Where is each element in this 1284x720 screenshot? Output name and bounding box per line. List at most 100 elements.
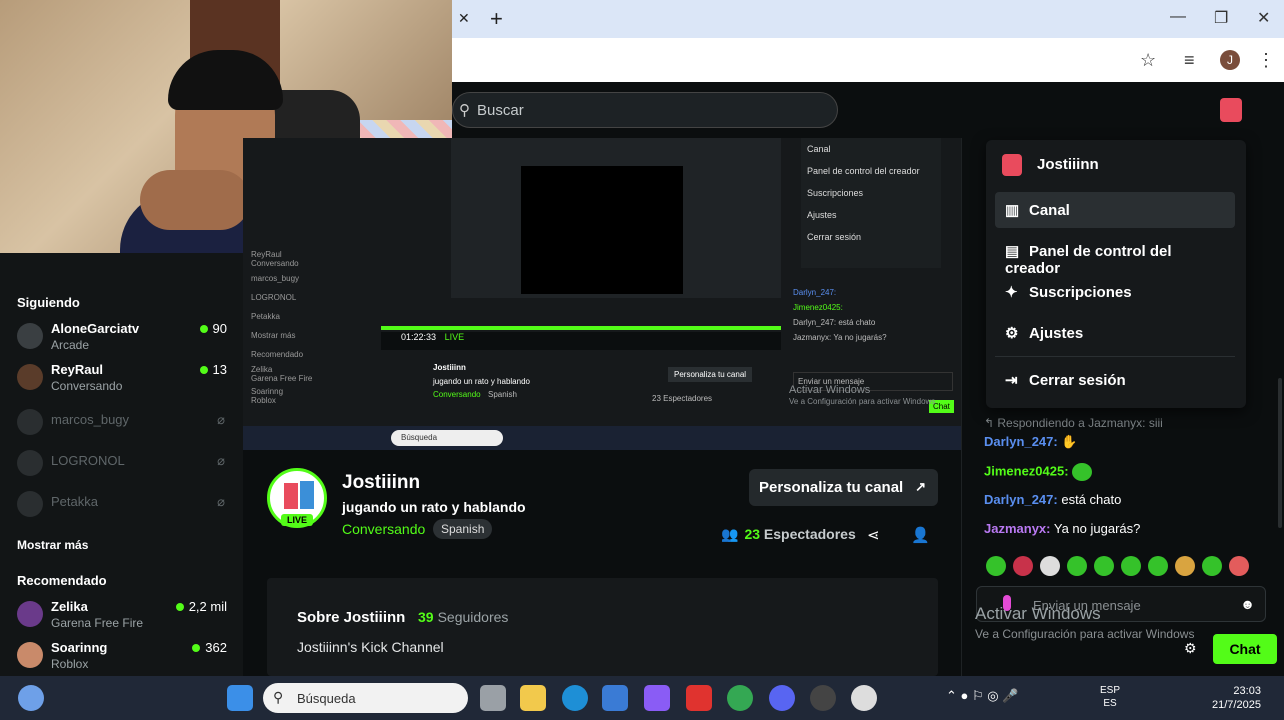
viewer-count: 90 xyxy=(200,321,227,336)
browser-tabstrip: ✕ + — ❐ ✕ xyxy=(452,0,1284,38)
emote-icon[interactable] xyxy=(1175,556,1195,576)
clock-date: 21/7/2025 xyxy=(1212,699,1261,711)
obs-icon[interactable] xyxy=(810,685,836,711)
task-view-icon[interactable] xyxy=(480,685,506,711)
offline-icon: ⌀ xyxy=(217,453,225,468)
stream-category-link[interactable]: Conversando xyxy=(342,521,425,537)
inner-sidebar-text: marcos_bugy xyxy=(251,274,300,283)
chat-username[interactable]: Jazmanyx: xyxy=(984,521,1050,536)
gear-icon[interactable]: ⚙ xyxy=(1184,640,1197,657)
sidebar-item-alonegarciatv[interactable]: AloneGarciatv Arcade 90 xyxy=(17,319,227,355)
offline-icon: ⌀ xyxy=(217,412,225,427)
language-tag[interactable]: Spanish xyxy=(433,519,493,539)
menu-item-settings[interactable]: ⚙ Ajustes xyxy=(995,315,1235,351)
chat-username[interactable]: Darlyn_247: xyxy=(984,434,1058,449)
menu-item-logout[interactable]: ⇥ Cerrar sesión xyxy=(995,362,1235,398)
avatar xyxy=(17,450,43,476)
emote-icon[interactable] xyxy=(1067,556,1087,576)
emote-icon: ✋ xyxy=(1061,434,1078,449)
follow-icon[interactable]: 👤 xyxy=(911,526,930,544)
wps-icon[interactable] xyxy=(686,685,712,711)
close-tab-icon[interactable]: ✕ xyxy=(458,10,470,27)
menu-kebab-icon[interactable]: ⋮ xyxy=(1257,50,1275,71)
sidebar-item-reyraul[interactable]: ReyRaul Conversando 13 xyxy=(17,360,227,396)
channel-name[interactable]: Jostiiinn xyxy=(342,472,420,494)
menu-item-subscriptions[interactable]: ✦ Suscripciones xyxy=(995,274,1235,310)
maximize-button[interactable]: ❐ xyxy=(1214,8,1228,28)
file-explorer-icon[interactable] xyxy=(520,685,546,711)
sidebar-item-marcos-bugy[interactable]: marcos_bugy ⌀ xyxy=(17,405,227,441)
media-control-icon[interactable]: ≡ xyxy=(1184,50,1195,71)
inner-sidebar-text: Petakka xyxy=(251,312,280,321)
inner-sidebar-capture: ReyRaul Conversando marcos_bugy LOGRONOL… xyxy=(251,250,381,430)
edge-icon[interactable] xyxy=(562,685,588,711)
offline-icon: ⌀ xyxy=(217,494,225,509)
chat-username[interactable]: Jimenez0425: xyxy=(984,463,1069,478)
emote-icon[interactable] xyxy=(1229,556,1249,576)
site-header: ⚲ Buscar xyxy=(452,82,1284,138)
close-window-button[interactable]: ✕ xyxy=(1257,8,1270,28)
bookmark-star-icon[interactable]: ☆ xyxy=(1140,50,1156,71)
send-chat-button[interactable]: Chat xyxy=(1213,634,1277,664)
chat-message: Darlyn_247: ✋ xyxy=(984,434,1078,450)
sidebar-item-zelika[interactable]: Zelika Garena Free Fire 2,2 mil xyxy=(17,597,227,633)
followers-label: Seguidores xyxy=(437,609,509,625)
emote-icon[interactable] xyxy=(1094,556,1114,576)
taskbar-search[interactable]: ⚲ Búsqueda xyxy=(263,683,468,713)
menu-item-creator-dashboard[interactable]: ▤ Panel de control del creador xyxy=(995,233,1235,277)
inner-windows-watermark: Activar Windows xyxy=(789,384,871,396)
live-badge: LIVE xyxy=(281,514,314,526)
clock[interactable]: 23:03 21/7/2025 xyxy=(1212,684,1261,712)
emote-icon[interactable] xyxy=(1121,556,1141,576)
inner-chat-line: Jimenez0425: xyxy=(793,303,843,312)
profile-avatar[interactable]: J xyxy=(1220,50,1240,70)
users-icon: 👥 xyxy=(721,526,739,542)
inner-stream-info-capture: Jostiiinn jugando un rato y hablando Con… xyxy=(388,303,778,403)
emoji-icon[interactable]: ☻ xyxy=(1240,596,1255,612)
sidebar-item-soarinng[interactable]: Soarinng Roblox 362 xyxy=(17,638,227,674)
chrome-icon[interactable] xyxy=(727,685,753,711)
user-avatar-button[interactable] xyxy=(1220,98,1242,122)
chat-message: Darlyn_247: está chato xyxy=(984,492,1121,507)
emote-icon[interactable] xyxy=(1202,556,1222,576)
lang-top: ESP xyxy=(1100,685,1121,696)
emote-icon[interactable] xyxy=(1013,556,1033,576)
system-tray[interactable]: ⌃ ● ⚐ ◎ 🎤 xyxy=(946,688,1018,704)
channel-name: Petakka xyxy=(51,494,98,509)
emote-icon[interactable] xyxy=(1040,556,1060,576)
customize-channel-label: Personaliza tu canal xyxy=(759,479,904,496)
sidebar-item-logronol[interactable]: LOGRONOL ⌀ xyxy=(17,446,227,482)
logout-icon: ⇥ xyxy=(1005,372,1018,389)
chat-scrollbar[interactable] xyxy=(1278,378,1282,528)
discord-icon[interactable] xyxy=(769,685,795,711)
store-icon[interactable] xyxy=(602,685,628,711)
sidebar-item-petakka[interactable]: Petakka ⌀ xyxy=(17,487,227,523)
emote-icon[interactable] xyxy=(1148,556,1168,576)
menu-divider xyxy=(995,356,1235,357)
chat-text: está chato xyxy=(1061,492,1122,507)
copilot-icon[interactable] xyxy=(644,685,670,711)
emote-icon[interactable] xyxy=(986,556,1006,576)
video-player[interactable]: Canal Panel de control del creador Suscr… xyxy=(243,138,961,450)
sidebar: Siguiendo AloneGarciatv Arcade 90 ReyRau… xyxy=(0,253,243,676)
new-tab-button[interactable]: + xyxy=(490,6,503,32)
channel-name: AloneGarciatv xyxy=(51,321,140,336)
about-title: Sobre Jostiiinn xyxy=(297,609,406,626)
app-icon[interactable] xyxy=(851,685,877,711)
inner-taskbar-capture: Búsqueda xyxy=(243,426,961,450)
search-input[interactable]: ⚲ Buscar xyxy=(452,92,838,128)
viewer-count: 2,2 mil xyxy=(176,599,227,614)
windows-activation-sub: Ve a Configuración para activar Windows xyxy=(975,627,1195,641)
following-heading: Siguiendo xyxy=(17,295,80,310)
share-icon[interactable]: ⋖ xyxy=(867,526,880,544)
chat-username[interactable]: Darlyn_247: xyxy=(984,492,1058,507)
minimize-button[interactable]: — xyxy=(1170,8,1186,26)
start-icon[interactable] xyxy=(227,685,253,711)
avatar xyxy=(17,491,43,517)
language-indicator[interactable]: ESP ES xyxy=(1100,684,1120,710)
viewer-count: 362 xyxy=(192,640,227,655)
weather-icon[interactable] xyxy=(18,685,44,711)
customize-channel-button[interactable]: Personaliza tu canal ↗ xyxy=(749,469,938,506)
show-more-link[interactable]: Mostrar más xyxy=(17,538,88,552)
menu-item-canal[interactable]: ▥ Canal xyxy=(995,192,1235,228)
